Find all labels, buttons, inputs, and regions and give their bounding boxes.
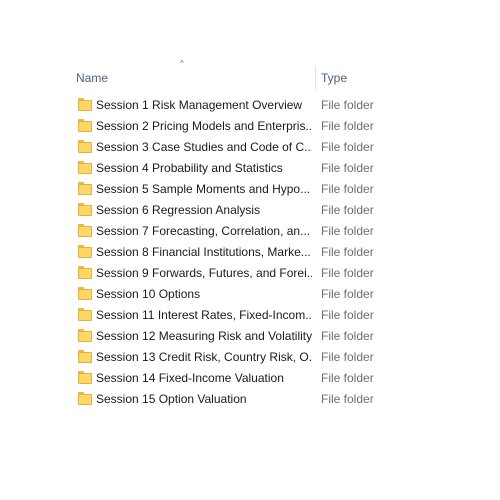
item-type: File folder	[321, 203, 374, 217]
folder-icon	[77, 350, 93, 364]
folder-icon	[77, 371, 93, 385]
folder-icon	[77, 119, 93, 133]
item-type: File folder	[321, 287, 374, 301]
list-item[interactable]: Session 14 Fixed-Income Valuation File fo…	[74, 368, 394, 389]
item-name: Session 13 Credit Risk, Country Risk, O.…	[96, 350, 312, 364]
item-type: File folder	[321, 329, 374, 343]
item-name: Session 10 Options	[96, 287, 201, 301]
item-type: File folder	[321, 224, 374, 238]
folder-icon	[77, 224, 93, 238]
item-type: File folder	[321, 161, 374, 175]
item-type: File folder	[321, 371, 374, 385]
folder-icon	[77, 161, 93, 175]
folder-icon	[77, 203, 93, 217]
item-name: Session 1 Risk Management Overview	[96, 98, 303, 112]
item-name: Session 8 Financial Institutions, Marke.…	[96, 245, 311, 259]
item-name: Session 7 Forecasting, Correlation, an..…	[96, 224, 311, 238]
list-item[interactable]: Session 3 Case Studies and Code of C... F…	[74, 137, 394, 158]
item-type: File folder	[321, 245, 374, 259]
item-type: File folder	[321, 140, 374, 154]
list-item[interactable]: Session 10 Options File folder	[74, 284, 394, 305]
list-item[interactable]: Session 11 Interest Rates, Fixed-Incom..…	[74, 305, 394, 326]
file-list: Session 1 Risk Management Overview File f…	[74, 95, 394, 410]
item-type: File folder	[321, 308, 374, 322]
item-name: Session 15 Option Valuation	[96, 392, 247, 406]
column-header-name[interactable]: Name	[76, 70, 312, 86]
list-item[interactable]: Session 4 Probability and Statistics File…	[74, 158, 394, 179]
folder-icon	[77, 140, 93, 154]
item-type: File folder	[321, 98, 374, 112]
item-type: File folder	[321, 392, 374, 406]
list-item[interactable]: Session 9 Forwards, Futures, and Forei..…	[74, 263, 394, 284]
list-item[interactable]: Session 12 Measuring Risk and Volatility…	[74, 326, 394, 347]
item-name: Session 3 Case Studies and Code of C...	[96, 140, 312, 154]
item-name: Session 9 Forwards, Futures, and Forei..…	[96, 266, 312, 280]
list-item[interactable]: Session 13 Credit Risk, Country Risk, O.…	[74, 347, 394, 368]
folder-icon	[77, 98, 93, 112]
folder-icon	[77, 308, 93, 322]
item-type: File folder	[321, 182, 374, 196]
list-item[interactable]: Session 7 Forecasting, Correlation, an..…	[74, 221, 394, 242]
item-name: Session 5 Sample Moments and Hypo...	[96, 182, 311, 196]
column-header-type[interactable]: Type	[321, 70, 381, 86]
item-name: Session 11 Interest Rates, Fixed-Incom..…	[96, 308, 312, 322]
folder-icon	[77, 329, 93, 343]
folder-icon	[77, 182, 93, 196]
list-item[interactable]: Session 6 Regression Analysis File folder	[74, 200, 394, 221]
list-item[interactable]: Session 5 Sample Moments and Hypo... File…	[74, 179, 394, 200]
file-explorer: ^ Name Type Session 1 Risk Management Ov…	[0, 0, 500, 500]
item-type: File folder	[321, 266, 374, 280]
sort-ascending-icon: ^	[180, 59, 184, 68]
column-divider[interactable]	[315, 66, 316, 90]
folder-icon	[77, 266, 93, 280]
folder-icon	[77, 245, 93, 259]
item-type: File folder	[321, 119, 374, 133]
folder-icon	[77, 392, 93, 406]
item-name: Session 14 Fixed-Income Valuation	[96, 371, 284, 385]
item-name: Session 6 Regression Analysis	[96, 203, 261, 217]
item-name: Session 2 Pricing Models and Enterpris..…	[96, 119, 312, 133]
item-type: File folder	[321, 350, 374, 364]
folder-icon	[77, 287, 93, 301]
item-name: Session 12 Measuring Risk and Volatility	[96, 329, 312, 343]
list-item[interactable]: Session 1 Risk Management Overview File f…	[74, 95, 394, 116]
list-item[interactable]: Session 8 Financial Institutions, Marke.…	[74, 242, 394, 263]
column-header-bar: ^ Name Type	[70, 60, 390, 90]
list-item[interactable]: Session 15 Option Valuation File folder	[74, 389, 394, 410]
list-item[interactable]: Session 2 Pricing Models and Enterpris..…	[74, 116, 394, 137]
item-name: Session 4 Probability and Statistics	[96, 161, 283, 175]
